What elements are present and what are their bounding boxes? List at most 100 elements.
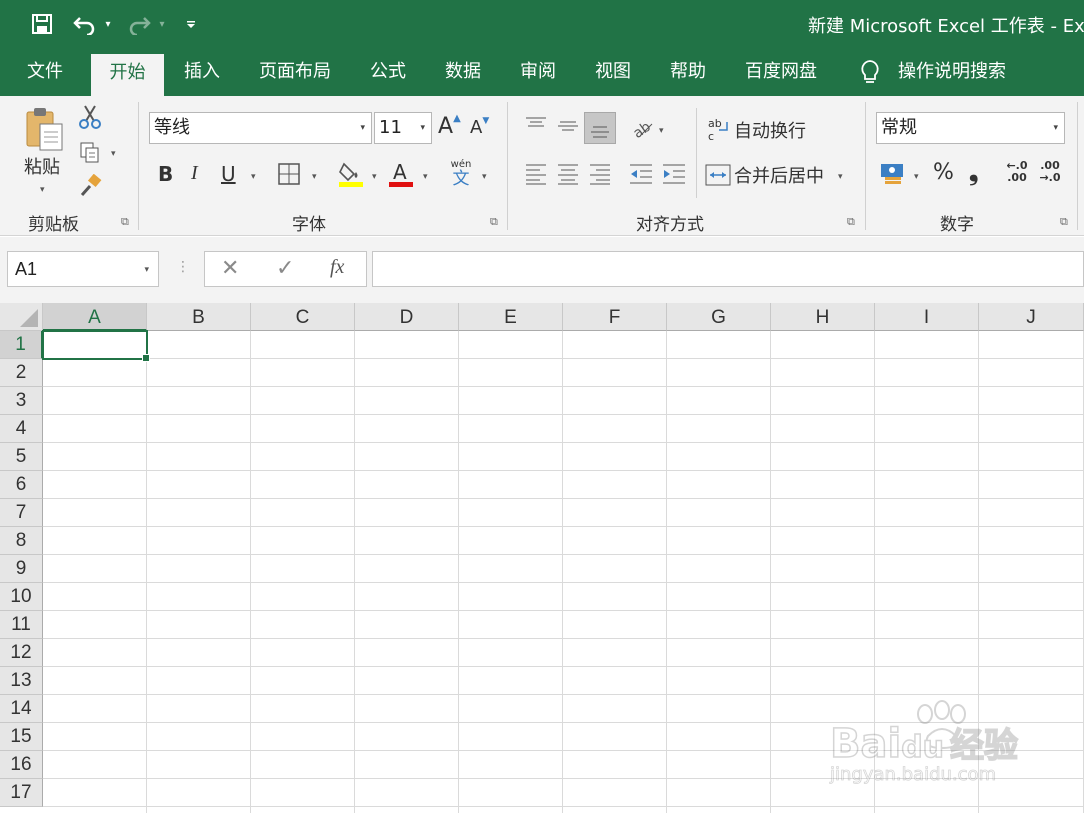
fill-color-icon[interactable]	[338, 160, 364, 188]
save-icon[interactable]	[28, 10, 56, 38]
column-header-d[interactable]: D	[355, 303, 459, 331]
row-header-13[interactable]: 13	[0, 667, 43, 695]
column-header-e[interactable]: E	[459, 303, 563, 331]
column-header-a[interactable]: A	[43, 303, 147, 331]
accounting-dropdown-icon[interactable]: ▾	[914, 171, 919, 182]
align-center-icon[interactable]	[556, 162, 580, 186]
orientation-icon[interactable]: ab	[630, 116, 656, 142]
align-top-icon[interactable]	[524, 114, 548, 138]
format-painter-icon[interactable]	[78, 173, 104, 198]
cut-icon[interactable]	[78, 104, 102, 130]
enter-icon[interactable]: ✓	[276, 256, 294, 281]
cancel-icon[interactable]: ✕	[221, 256, 239, 281]
decrease-decimal-button[interactable]: .00 →.0	[1037, 160, 1063, 184]
shrink-font-button[interactable]: A▼	[470, 116, 489, 138]
percent-button[interactable]: %	[933, 160, 954, 185]
clipboard-launcher-icon[interactable]: ⧉	[121, 216, 129, 229]
paste-icon[interactable]	[24, 106, 66, 152]
tab-data[interactable]: 数据	[433, 50, 493, 96]
tab-view[interactable]: 视图	[583, 50, 643, 96]
formula-bar-grip-icon[interactable]: ⋮	[176, 259, 190, 275]
underline-dropdown-icon[interactable]: ▾	[251, 171, 256, 182]
row-header-2[interactable]: 2	[0, 359, 43, 387]
fill-color-dropdown-icon[interactable]: ▾	[372, 171, 377, 182]
column-header-b[interactable]: B	[147, 303, 251, 331]
paste-button[interactable]: 粘贴	[24, 153, 60, 179]
wrap-text-button[interactable]: 自动换行	[734, 117, 806, 143]
column-header-c[interactable]: C	[251, 303, 355, 331]
borders-dropdown-icon[interactable]: ▾	[312, 171, 317, 182]
align-middle-icon[interactable]	[556, 114, 580, 138]
merge-dropdown-icon[interactable]: ▾	[838, 171, 843, 182]
tab-baidu-netdisk[interactable]: 百度网盘	[737, 50, 825, 96]
paste-dropdown-icon[interactable]: ▾	[40, 184, 45, 195]
orientation-dropdown-icon[interactable]: ▾	[659, 125, 664, 136]
row-header-4[interactable]: 4	[0, 415, 43, 443]
name-box[interactable]: A1 ▾	[7, 251, 159, 287]
formula-input[interactable]	[372, 251, 1084, 287]
active-cell-selection[interactable]	[42, 330, 150, 362]
tab-insert[interactable]: 插入	[172, 50, 232, 96]
bold-button[interactable]: B	[158, 162, 173, 186]
column-header-g[interactable]: G	[667, 303, 771, 331]
redo-dropdown-icon[interactable]: ▾	[155, 10, 169, 38]
align-bottom-icon[interactable]	[584, 112, 616, 144]
undo-dropdown-icon[interactable]: ▾	[101, 10, 115, 38]
redo-icon[interactable]	[124, 10, 154, 38]
tab-help[interactable]: 帮助	[658, 50, 718, 96]
tab-page-layout[interactable]: 页面布局	[252, 50, 338, 96]
column-header-h[interactable]: H	[771, 303, 875, 331]
increase-indent-icon[interactable]	[661, 162, 687, 186]
align-left-icon[interactable]	[524, 162, 548, 186]
lightbulb-icon[interactable]	[858, 50, 882, 96]
tab-home[interactable]: 开始	[91, 54, 164, 96]
row-header-3[interactable]: 3	[0, 387, 43, 415]
row-header-5[interactable]: 5	[0, 443, 43, 471]
undo-icon[interactable]	[70, 10, 100, 38]
alignment-launcher-icon[interactable]: ⧉	[847, 216, 855, 229]
increase-decimal-button[interactable]: ←.0 .00	[1004, 160, 1030, 184]
select-all-corner[interactable]	[0, 303, 43, 331]
grow-font-button[interactable]: A▲	[438, 113, 461, 139]
column-header-f[interactable]: F	[563, 303, 667, 331]
row-header-8[interactable]: 8	[0, 527, 43, 555]
phonetic-dropdown-icon[interactable]: ▾	[482, 171, 487, 182]
row-header-11[interactable]: 11	[0, 611, 43, 639]
phonetic-guide-button[interactable]: wén 文	[450, 159, 472, 191]
font-color-icon[interactable]: A	[388, 160, 414, 188]
merge-center-button[interactable]: 合并后居中	[734, 162, 824, 188]
row-header-14[interactable]: 14	[0, 695, 43, 723]
font-size-combo[interactable]: 11 ▾	[374, 112, 432, 144]
underline-button[interactable]: U	[221, 162, 236, 186]
font-name-combo[interactable]: 等线 ▾	[149, 112, 372, 144]
align-right-icon[interactable]	[588, 162, 612, 186]
merge-center-icon[interactable]	[705, 164, 731, 186]
decrease-indent-icon[interactable]	[628, 162, 654, 186]
tab-review[interactable]: 审阅	[508, 50, 568, 96]
italic-button[interactable]: I	[191, 162, 198, 185]
row-header-16[interactable]: 16	[0, 751, 43, 779]
tab-formulas[interactable]: 公式	[358, 50, 418, 96]
tell-me-search[interactable]: 操作说明搜索	[896, 50, 1008, 96]
row-header-1[interactable]: 1	[0, 331, 43, 359]
borders-icon[interactable]	[278, 163, 300, 185]
row-header-17[interactable]: 17	[0, 779, 43, 807]
comma-button[interactable]: ❟	[969, 158, 978, 186]
copy-dropdown-icon[interactable]: ▾	[111, 148, 116, 159]
font-launcher-icon[interactable]: ⧉	[490, 216, 498, 229]
row-header-6[interactable]: 6	[0, 471, 43, 499]
insert-function-icon[interactable]: fx	[330, 256, 344, 279]
copy-icon[interactable]	[78, 140, 102, 164]
row-header-10[interactable]: 10	[0, 583, 43, 611]
column-header-j[interactable]: J	[979, 303, 1084, 331]
wrap-text-icon[interactable]: ab c	[707, 116, 731, 143]
row-header-7[interactable]: 7	[0, 499, 43, 527]
font-color-dropdown-icon[interactable]: ▾	[423, 171, 428, 182]
column-header-i[interactable]: I	[875, 303, 979, 331]
row-header-12[interactable]: 12	[0, 639, 43, 667]
customize-qat-icon[interactable]	[184, 10, 198, 38]
row-header-15[interactable]: 15	[0, 723, 43, 751]
tab-file[interactable]: 文件	[16, 50, 74, 96]
number-format-combo[interactable]: 常规 ▾	[876, 112, 1065, 144]
number-launcher-icon[interactable]: ⧉	[1060, 216, 1068, 229]
